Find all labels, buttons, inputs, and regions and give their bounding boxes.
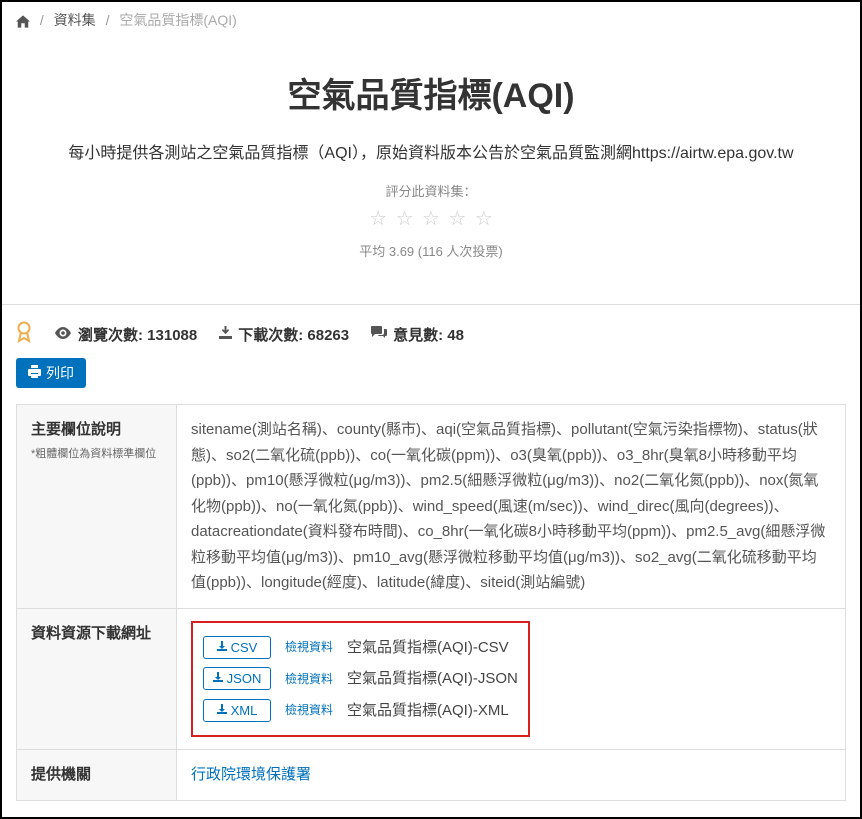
star-icon[interactable]: ☆ <box>396 206 414 231</box>
breadcrumb: / 資料集 / 空氣品質指標(AQI) <box>2 2 860 38</box>
download-highlight: CSV 檢視資料 空氣品質指標(AQI)-CSV JSON 檢視資料 <box>191 621 530 738</box>
breadcrumb-separator: / <box>40 12 44 28</box>
rating-label: 評分此資料集： <box>22 181 840 200</box>
download-icon <box>219 326 232 343</box>
provider-label: 提供機關 <box>17 750 177 801</box>
star-icon[interactable]: ☆ <box>369 206 387 231</box>
download-icon <box>217 704 227 717</box>
downloads-text: 下載次數: 68263 <box>238 324 349 345</box>
download-row-xml: XML 檢視資料 空氣品質指標(AQI)-XML <box>203 698 518 724</box>
star-icon[interactable]: ☆ <box>422 206 440 231</box>
views-stat: 瀏覽次數: 131088 <box>54 324 197 345</box>
xml-button[interactable]: XML <box>203 699 271 722</box>
main-columns-note: *粗體欄位為資料標準欄位 <box>31 445 162 464</box>
star-icon[interactable]: ☆ <box>448 206 466 231</box>
downloads-stat: 下載次數: 68263 <box>219 324 349 345</box>
view-link-xml[interactable]: 檢視資料 <box>285 700 333 720</box>
view-link-csv[interactable]: 檢視資料 <box>285 637 333 657</box>
main-columns-label: 主要欄位說明 *粗體欄位為資料標準欄位 <box>17 405 177 609</box>
comments-stat: 意見數: 48 <box>371 324 464 345</box>
resource-name-xml: 空氣品質指標(AQI)-XML <box>347 698 509 724</box>
provider-link[interactable]: 行政院環境保護署 <box>191 766 311 783</box>
rating-stars[interactable]: ☆ ☆ ☆ ☆ ☆ <box>22 206 840 231</box>
views-text: 瀏覽次數: 131088 <box>78 324 197 345</box>
resource-name-csv: 空氣品質指標(AQI)-CSV <box>347 635 509 661</box>
page-title: 空氣品質指標(AQI) <box>22 68 840 117</box>
breadcrumb-separator: / <box>106 12 110 28</box>
resource-name-json: 空氣品質指標(AQI)-JSON <box>347 666 518 692</box>
print-icon <box>28 365 41 381</box>
download-row-csv: CSV 檢視資料 空氣品質指標(AQI)-CSV <box>203 635 518 661</box>
print-label: 列印 <box>46 363 74 383</box>
csv-button[interactable]: CSV <box>203 636 271 659</box>
eye-icon <box>54 326 72 343</box>
stats-row: 瀏覽次數: 131088 下載次數: 68263 意見數: 48 <box>16 321 846 348</box>
json-button[interactable]: JSON <box>203 667 271 690</box>
star-icon[interactable]: ☆ <box>475 206 493 231</box>
main-columns-value: sitename(測站名稱)、county(縣市)、aqi(空氣品質指標)、po… <box>177 405 846 609</box>
download-value: CSV 檢視資料 空氣品質指標(AQI)-CSV JSON 檢視資料 <box>177 608 846 750</box>
breadcrumb-current: 空氣品質指標(AQI) <box>119 12 236 28</box>
rating-text: 平均 3.69 (116 人次投票) <box>22 241 840 260</box>
view-link-json[interactable]: 檢視資料 <box>285 669 333 689</box>
download-icon <box>213 672 223 685</box>
print-button[interactable]: 列印 <box>16 358 86 388</box>
download-label: 資料資源下載網址 <box>17 608 177 750</box>
header-area: 空氣品質指標(AQI) 每小時提供各測站之空氣品質指標（AQI），原始資料版本公… <box>2 38 860 304</box>
download-row-json: JSON 檢視資料 空氣品質指標(AQI)-JSON <box>203 666 518 692</box>
info-table: 主要欄位說明 *粗體欄位為資料標準欄位 sitename(測站名稱)、count… <box>16 404 846 801</box>
award-icon <box>16 321 32 348</box>
page-subtitle: 每小時提供各測站之空氣品質指標（AQI），原始資料版本公告於空氣品質監測網htt… <box>22 139 840 163</box>
comments-text: 意見數: 48 <box>393 324 464 345</box>
download-icon <box>217 641 227 654</box>
comments-icon <box>371 326 387 343</box>
home-icon[interactable] <box>16 12 30 29</box>
breadcrumb-datasets[interactable]: 資料集 <box>54 12 96 28</box>
